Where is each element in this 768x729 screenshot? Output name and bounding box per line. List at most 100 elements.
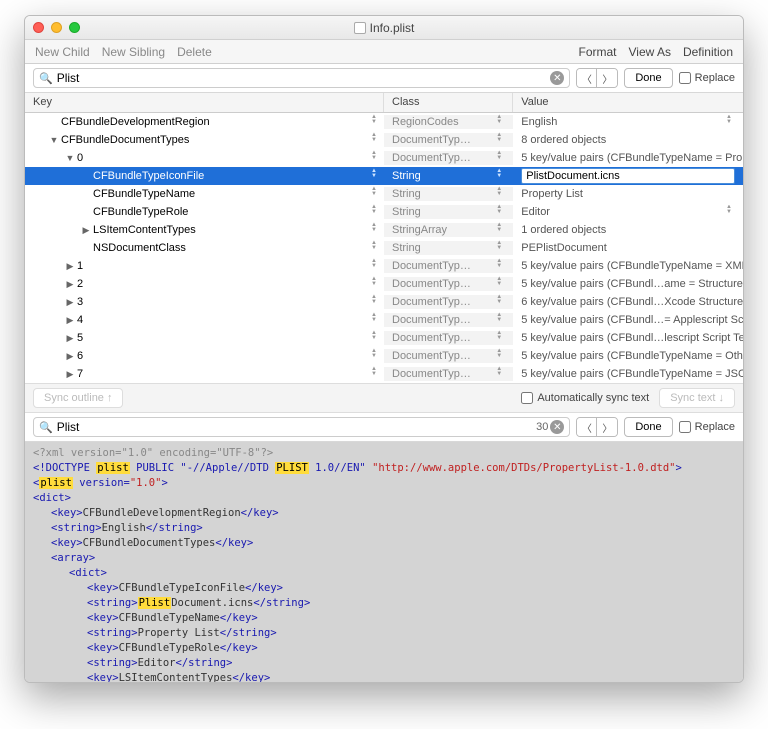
source-search-input[interactable] xyxy=(57,420,536,434)
done-button[interactable]: Done xyxy=(624,68,672,88)
header-key[interactable]: Key xyxy=(25,93,384,112)
delete-button[interactable]: Delete xyxy=(177,45,212,59)
outline-row[interactable]: ▶6DocumentTyp…5 key/value pairs (CFBundl… xyxy=(25,347,743,365)
definition-button[interactable]: Definition xyxy=(683,45,733,59)
disclosure-icon[interactable]: ▶ xyxy=(65,297,75,307)
key-stepper-icon[interactable] xyxy=(371,259,380,273)
outline-row[interactable]: ▶1DocumentTyp…5 key/value pairs (CFBundl… xyxy=(25,257,743,275)
key-stepper-icon[interactable] xyxy=(371,349,380,363)
disclosure-icon[interactable]: ▶ xyxy=(65,315,75,325)
clear-search-icon[interactable]: ✕ xyxy=(550,71,564,85)
disclosure-icon[interactable]: ▶ xyxy=(65,351,75,361)
row-key: 3 xyxy=(77,296,83,308)
outline-row[interactable]: ▶5DocumentTyp…5 key/value pairs (CFBundl… xyxy=(25,329,743,347)
key-stepper-icon[interactable] xyxy=(371,313,380,327)
row-key: NSDocumentClass xyxy=(93,242,186,254)
value-stepper-icon[interactable] xyxy=(726,115,735,129)
disclosure-icon xyxy=(81,189,91,199)
outline-row[interactable]: CFBundleTypeNameStringProperty List xyxy=(25,185,743,203)
outline-row[interactable]: ▼CFBundleDocumentTypesDocumentTyp…8 orde… xyxy=(25,131,743,149)
key-stepper-icon[interactable] xyxy=(371,169,380,183)
view-as-button[interactable]: View As xyxy=(629,45,671,59)
key-stepper-icon[interactable] xyxy=(371,151,380,165)
auto-sync-checkbox[interactable] xyxy=(521,392,533,404)
replace-checkbox[interactable] xyxy=(679,421,691,433)
outline-row[interactable]: ▶2DocumentTyp…5 key/value pairs (CFBundl… xyxy=(25,275,743,293)
class-stepper-icon[interactable] xyxy=(496,241,505,255)
class-stepper-icon[interactable] xyxy=(496,205,505,219)
row-class: DocumentTyp… xyxy=(392,332,471,344)
row-value-input[interactable] xyxy=(521,168,735,184)
class-stepper-icon[interactable] xyxy=(496,151,505,165)
auto-sync-toggle[interactable]: Automatically sync text xyxy=(521,392,649,404)
prev-button[interactable]: 〈 xyxy=(577,69,597,87)
sync-outline-button[interactable]: Sync outline ↑ xyxy=(33,388,123,408)
sync-text-button[interactable]: Sync text ↓ xyxy=(659,388,735,408)
key-stepper-icon[interactable] xyxy=(371,367,380,381)
outline-search-input[interactable] xyxy=(57,71,551,85)
class-stepper-icon[interactable] xyxy=(496,349,505,363)
sync-bar: Sync outline ↑ Automatically sync text S… xyxy=(25,383,743,413)
row-value: 5 key/value pairs (CFBundl…lescript Scri… xyxy=(521,332,743,344)
replace-toggle[interactable]: Replace xyxy=(679,421,735,433)
prev-button[interactable]: 〈 xyxy=(577,418,597,436)
source-editor[interactable]: <?xml version="1.0" encoding="UTF-8"?> <… xyxy=(25,442,743,682)
class-stepper-icon[interactable] xyxy=(496,367,505,381)
class-stepper-icon[interactable] xyxy=(496,115,505,129)
outline-view[interactable]: CFBundleDevelopmentRegionRegionCodesEngl… xyxy=(25,113,743,383)
class-stepper-icon[interactable] xyxy=(496,259,505,273)
key-stepper-icon[interactable] xyxy=(371,295,380,309)
header-class[interactable]: Class xyxy=(384,93,513,112)
class-stepper-icon[interactable] xyxy=(496,277,505,291)
key-stepper-icon[interactable] xyxy=(371,331,380,345)
disclosure-icon[interactable]: ▶ xyxy=(65,279,75,289)
new-sibling-button[interactable]: New Sibling xyxy=(102,45,165,59)
disclosure-icon[interactable]: ▶ xyxy=(65,333,75,343)
next-button[interactable]: 〉 xyxy=(597,69,617,87)
new-child-button[interactable]: New Child xyxy=(35,45,90,59)
disclosure-icon[interactable]: ▶ xyxy=(81,225,91,235)
disclosure-icon[interactable]: ▶ xyxy=(65,369,75,379)
key-stepper-icon[interactable] xyxy=(371,205,380,219)
next-button[interactable]: 〉 xyxy=(597,418,617,436)
disclosure-icon[interactable]: ▼ xyxy=(65,153,75,163)
key-stepper-icon[interactable] xyxy=(371,241,380,255)
class-stepper-icon[interactable] xyxy=(496,313,505,327)
key-stepper-icon[interactable] xyxy=(371,277,380,291)
format-button[interactable]: Format xyxy=(578,45,616,59)
value-stepper-icon[interactable] xyxy=(726,205,735,219)
outline-row[interactable]: ▶4DocumentTyp…5 key/value pairs (CFBundl… xyxy=(25,311,743,329)
disclosure-icon[interactable]: ▼ xyxy=(49,135,59,145)
row-key: 1 xyxy=(77,260,83,272)
outline-row[interactable]: ▶7DocumentTyp…5 key/value pairs (CFBundl… xyxy=(25,365,743,383)
key-stepper-icon[interactable] xyxy=(371,115,380,129)
key-stepper-icon[interactable] xyxy=(371,133,380,147)
outline-row[interactable]: ▼0DocumentTyp…5 key/value pairs (CFBundl… xyxy=(25,149,743,167)
outline-row[interactable]: ▶LSItemContentTypesStringArray1 ordered … xyxy=(25,221,743,239)
replace-checkbox[interactable] xyxy=(679,72,691,84)
replace-toggle[interactable]: Replace xyxy=(679,72,735,84)
done-button[interactable]: Done xyxy=(624,417,672,437)
class-stepper-icon[interactable] xyxy=(496,187,505,201)
outline-row[interactable]: CFBundleTypeRoleStringEditor xyxy=(25,203,743,221)
class-stepper-icon[interactable] xyxy=(496,295,505,309)
class-stepper-icon[interactable] xyxy=(496,133,505,147)
row-value: English xyxy=(521,116,557,128)
outline-row[interactable]: NSDocumentClassStringPEPlistDocument xyxy=(25,239,743,257)
disclosure-icon[interactable]: ▶ xyxy=(65,261,75,271)
outline-row[interactable]: CFBundleTypeIconFileString xyxy=(25,167,743,185)
outline-row[interactable]: CFBundleDevelopmentRegionRegionCodesEngl… xyxy=(25,113,743,131)
key-stepper-icon[interactable] xyxy=(371,223,380,237)
disclosure-icon xyxy=(81,207,91,217)
clear-search-icon[interactable]: ✕ xyxy=(550,420,564,434)
class-stepper-icon[interactable] xyxy=(496,223,505,237)
outline-row[interactable]: ▶3DocumentTyp…6 key/value pairs (CFBundl… xyxy=(25,293,743,311)
disclosure-icon xyxy=(49,117,59,127)
row-value: 5 key/value pairs (CFBundleTypeName = JS… xyxy=(521,368,743,380)
key-stepper-icon[interactable] xyxy=(371,187,380,201)
search-icon: 🔍 xyxy=(39,421,53,434)
header-value[interactable]: Value xyxy=(513,93,743,112)
class-stepper-icon[interactable] xyxy=(496,169,505,183)
class-stepper-icon[interactable] xyxy=(496,331,505,345)
row-class: DocumentTyp… xyxy=(392,260,471,272)
